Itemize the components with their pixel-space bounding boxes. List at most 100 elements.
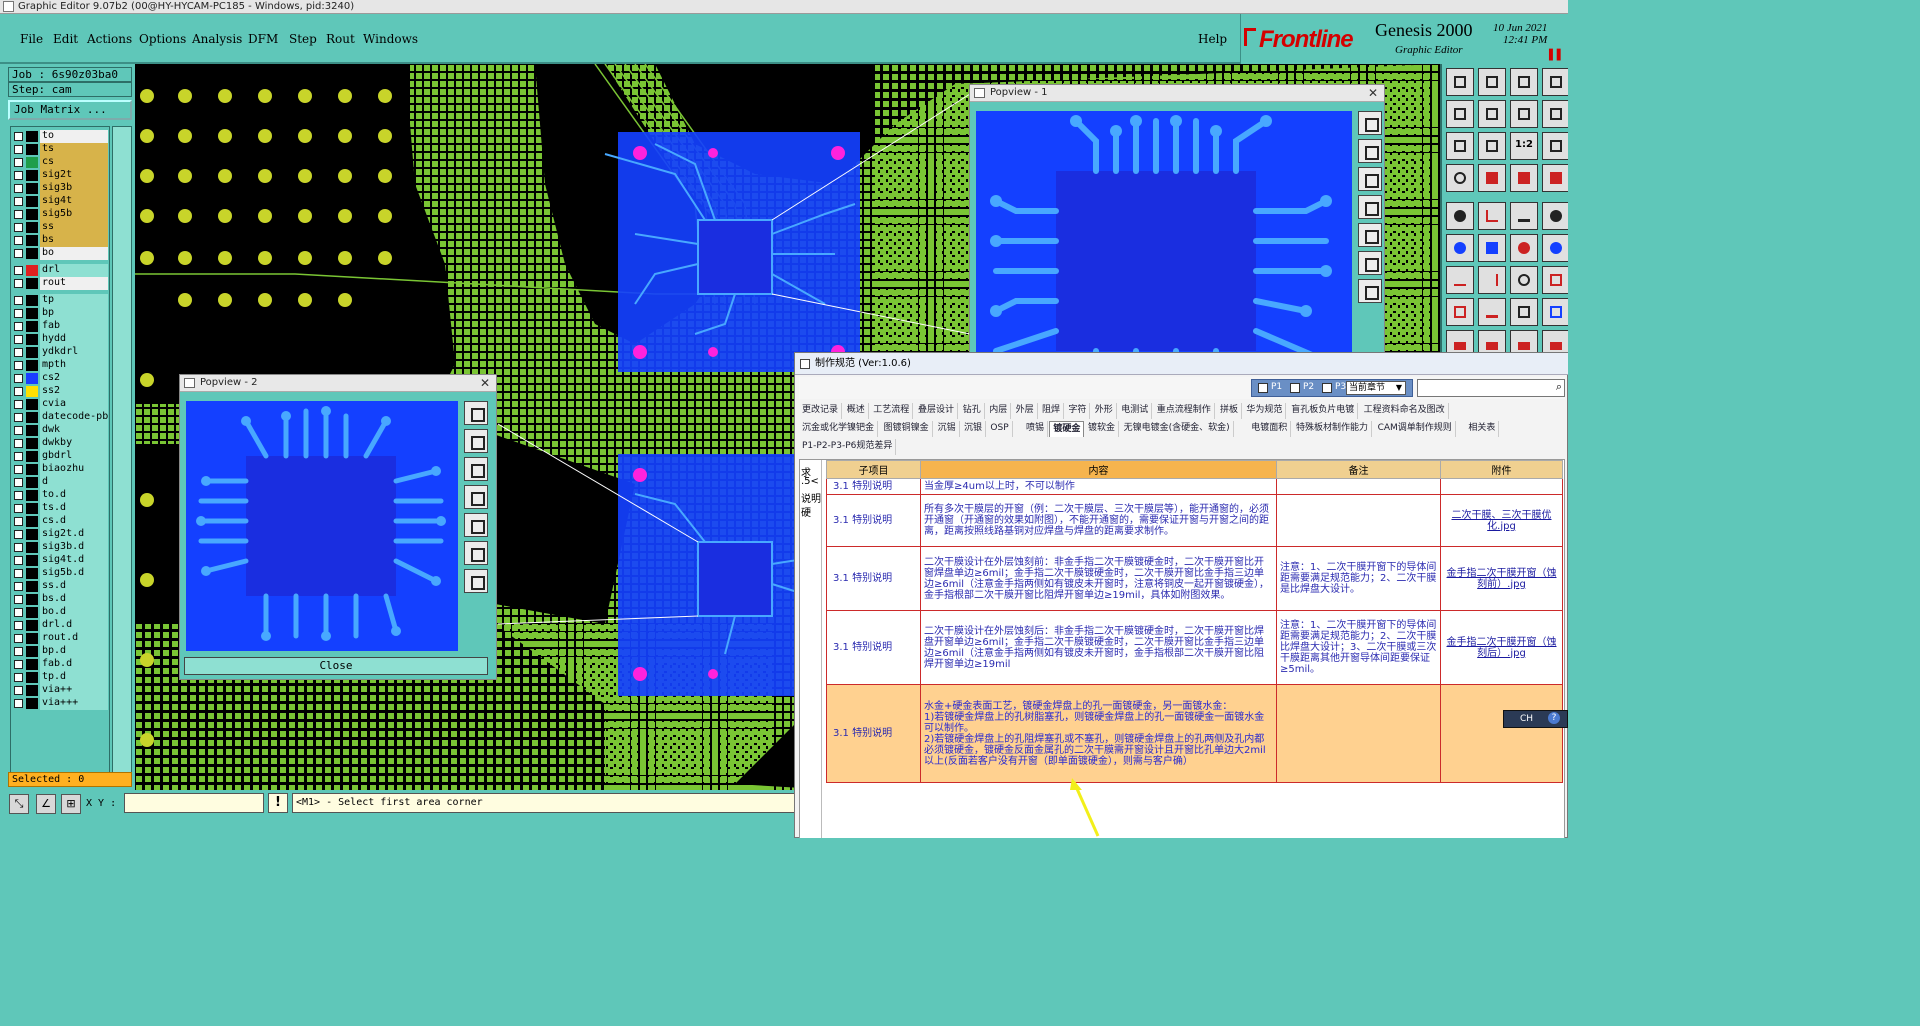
cell-attach[interactable]: 金手指二次干膜开窗（蚀刻前）.jpg (1440, 546, 1563, 611)
layer-checkbox[interactable] (14, 699, 23, 708)
menu-windows[interactable]: Windows (363, 32, 418, 46)
menu-rout[interactable]: Rout (326, 32, 355, 46)
layer-checkbox[interactable] (14, 465, 23, 474)
layer-row[interactable]: ydkdrl (11, 346, 109, 359)
tool-net-icon[interactable] (1510, 164, 1538, 192)
layer-name[interactable]: cs2 (40, 372, 108, 385)
layer-name[interactable]: hydd (40, 333, 108, 346)
spec-tab[interactable]: CAM调单制作规则 (1375, 421, 1456, 437)
layer-checkbox[interactable] (14, 223, 23, 232)
layer-row[interactable]: to (11, 130, 109, 143)
tool-hand-icon[interactable] (1446, 164, 1474, 192)
tool-up-arrow-icon[interactable] (1446, 68, 1474, 96)
layer-name[interactable]: sig5b (40, 208, 108, 221)
tool-expand-icon[interactable] (1446, 132, 1474, 160)
menu-edit[interactable]: Edit (53, 32, 78, 46)
spec-tab[interactable]: 喷锡 (1023, 421, 1049, 437)
spec-tab[interactable]: 外层 (1013, 403, 1038, 419)
popview-2-title-bar[interactable]: Popview - 2 ✕ (180, 375, 496, 392)
spec-tab[interactable]: 沉银 (961, 421, 987, 437)
cell-attach[interactable]: 金手指二次干膜开窗（蚀刻后）.jpg (1440, 610, 1563, 685)
tool-angle-icon[interactable] (1478, 202, 1506, 230)
popview-1-zoom-icon[interactable] (1358, 111, 1382, 135)
layer-name[interactable]: ss2 (40, 385, 108, 398)
layer-checkbox[interactable] (14, 132, 23, 141)
layer-checkbox[interactable] (14, 296, 23, 305)
layer-name[interactable]: sig3b (40, 182, 108, 195)
popview-1-pan-left-icon[interactable] (1358, 195, 1382, 219)
xy-input[interactable] (124, 793, 264, 813)
layer-row[interactable]: fab (11, 320, 109, 333)
layer-checkbox[interactable] (14, 361, 23, 370)
spec-tab[interactable]: 工艺流程 (870, 403, 914, 419)
tool-minus-icon[interactable] (1478, 298, 1506, 326)
layer-checkbox[interactable] (14, 504, 23, 513)
layer-name[interactable]: rout (40, 277, 108, 290)
menu-dfm[interactable]: DFM (248, 32, 278, 46)
table-row[interactable]: 3.1 特别说明 当金厚≥4um以上时，不可以制作 (826, 478, 1563, 495)
layer-checkbox[interactable] (14, 634, 23, 643)
tool-down-arrow-icon[interactable] (1478, 68, 1506, 96)
layer-row[interactable]: bs.d (11, 593, 109, 606)
spec-tab[interactable]: 钻孔 (960, 403, 985, 419)
layer-checkbox[interactable] (14, 374, 23, 383)
layer-row[interactable]: cvia (11, 398, 109, 411)
popview-2-zoom-out-icon[interactable] (464, 457, 488, 481)
spec-tab[interactable]: 概述 (844, 403, 869, 419)
layer-checkbox[interactable] (14, 582, 23, 591)
spec-tab[interactable]: 电镀面积 (1248, 421, 1292, 437)
col-header-attachment[interactable]: 附件 (1440, 460, 1563, 479)
layer-checkbox[interactable] (14, 413, 23, 422)
popview-2-canvas[interactable] (186, 401, 458, 651)
tool-split-icon[interactable] (1510, 298, 1538, 326)
warning-button[interactable]: ! (268, 793, 288, 813)
spec-tab[interactable]: 特殊板材制作能力 (1293, 421, 1373, 437)
job-matrix-button[interactable]: Job Matrix ... (8, 100, 132, 120)
layer-checkbox[interactable] (14, 210, 23, 219)
spec-tab[interactable]: 字符 (1065, 403, 1091, 419)
tool-add-icon[interactable] (1446, 234, 1474, 262)
tool-slash-icon[interactable] (1478, 266, 1506, 294)
layer-row[interactable]: hydd (11, 333, 109, 346)
layer-row[interactable]: rout (11, 277, 109, 290)
layer-name[interactable]: bo.d (40, 606, 108, 619)
layer-name[interactable]: cvia (40, 398, 108, 411)
popview-2-pan-left-icon[interactable] (464, 485, 488, 509)
layer-name[interactable]: rout.d (40, 632, 108, 645)
layer-name[interactable]: sig2t (40, 169, 108, 182)
layer-row[interactable]: bs (11, 234, 109, 247)
layer-checkbox[interactable] (14, 266, 23, 275)
spec-tab[interactable]: 叠层设计 (915, 403, 959, 419)
layer-checkbox[interactable] (14, 686, 23, 695)
layer-row[interactable]: sig4t.d (11, 554, 109, 567)
layer-row[interactable]: sig3b.d (11, 541, 109, 554)
help-icon[interactable]: ? (1548, 712, 1560, 724)
table-row[interactable]: 3.1 特别说明 二次干膜设计在外层蚀刻后：非金手指二次干膜镀硬金时，二次干膜开窗… (826, 610, 1563, 685)
layer-name[interactable]: ydkdrl (40, 346, 108, 359)
layer-checkbox[interactable] (14, 439, 23, 448)
layer-name[interactable]: ss.d (40, 580, 108, 593)
spec-tab[interactable]: 镀硬金 (1049, 421, 1085, 437)
spec-tab[interactable]: 相关表 (1465, 421, 1500, 437)
layer-row[interactable]: drl (11, 264, 109, 277)
cell-attach[interactable] (1440, 478, 1563, 495)
layer-row[interactable]: rout.d (11, 632, 109, 645)
tool-left-icon[interactable] (1446, 100, 1474, 128)
cell-attach[interactable]: 二次干膜、三次干膜优化.jpg (1440, 494, 1563, 547)
layer-row[interactable]: sig5b.d (11, 567, 109, 580)
layer-checkbox[interactable] (14, 184, 23, 193)
popview-2-zoom-icon[interactable] (464, 401, 488, 425)
tool-connect-icon[interactable] (1510, 234, 1538, 262)
layer-name[interactable]: datecode-pbc (40, 411, 108, 424)
tool-flip-icon[interactable] (1510, 100, 1538, 128)
menu-step[interactable]: Step (289, 32, 317, 46)
layer-checkbox[interactable] (14, 556, 23, 565)
layer-name[interactable]: sig3b.d (40, 541, 108, 554)
layer-name[interactable]: cs.d (40, 515, 108, 528)
tool-connect2-icon[interactable] (1542, 234, 1568, 262)
spec-tab[interactable]: OSP (987, 421, 1013, 437)
layer-name[interactable]: d (40, 476, 108, 489)
popview-2-pan-right-icon[interactable] (464, 513, 488, 537)
layer-row[interactable]: bo (11, 247, 109, 260)
tool-shrink-icon[interactable] (1478, 132, 1506, 160)
